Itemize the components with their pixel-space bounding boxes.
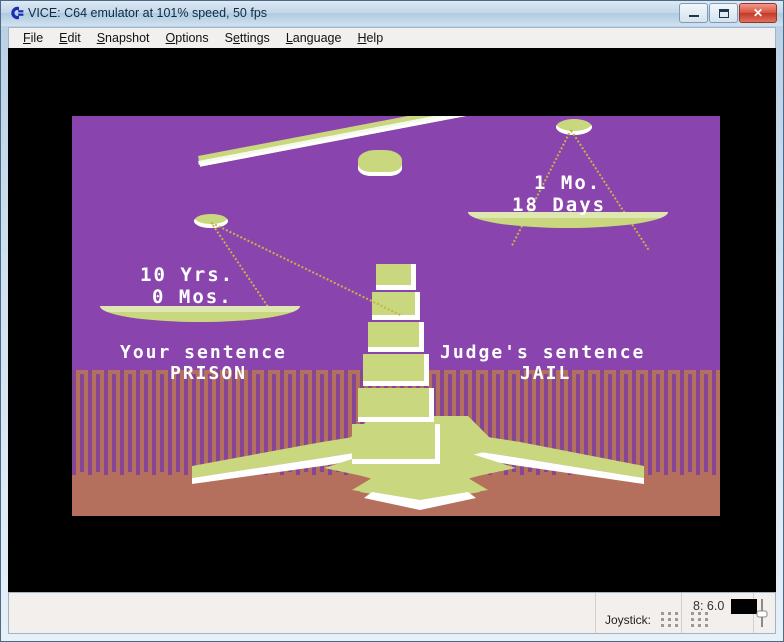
minimize-button[interactable]	[679, 3, 708, 23]
c64-screen[interactable]: 10 Yrs. 0 Mos. 1 Mo. 18 Days Your senten…	[72, 116, 720, 516]
joystick-port-2-indicator[interactable]	[691, 612, 713, 628]
close-icon: ✕	[752, 6, 764, 20]
drive-led-indicator	[731, 599, 757, 614]
joystick-label: Joystick:	[605, 613, 652, 627]
column-segment-5	[358, 388, 434, 422]
column-segment-3	[368, 322, 424, 352]
menu-item-edit[interactable]: Edit	[51, 29, 89, 47]
menu-item-file[interactable]: File	[15, 29, 51, 47]
menu-item-settings[interactable]: Settings	[217, 29, 278, 47]
left-caption-line2: PRISON	[170, 363, 248, 384]
status-divider-1	[595, 593, 596, 633]
right-caption-line1: Judge's sentence	[440, 342, 646, 363]
close-button[interactable]: ✕	[739, 3, 777, 23]
menu-item-help[interactable]: Help	[349, 29, 391, 47]
right-pan-value-line2: 18 Days	[512, 194, 607, 216]
right-caption-line2: JAIL	[520, 363, 572, 384]
left-pan-value-line1: 10 Yrs.	[140, 264, 235, 286]
joystick-port-1-indicator[interactable]	[661, 612, 683, 628]
title-bar[interactable]: VICE: C64 emulator at 101% speed, 50 fps…	[0, 0, 784, 26]
menu-bar: File Edit Snapshot Options Settings Lang…	[8, 27, 776, 48]
beam-left-tip	[194, 214, 228, 228]
window-title: VICE: C64 emulator at 101% speed, 50 fps	[28, 6, 268, 20]
menu-item-language[interactable]: Language	[278, 29, 350, 47]
emulator-canvas[interactable]: 10 Yrs. 0 Mos. 1 Mo. 18 Days Your senten…	[8, 48, 776, 592]
left-caption-line1: Your sentence	[120, 342, 287, 363]
application-window: VICE: C64 emulator at 101% speed, 50 fps…	[0, 0, 784, 642]
status-bar: Joystick: 8: 6.0	[8, 592, 776, 634]
menu-item-snapshot[interactable]: Snapshot	[89, 29, 158, 47]
column-segment-1	[376, 264, 416, 290]
maximize-button[interactable]	[709, 3, 738, 23]
column-segment-6	[352, 424, 440, 464]
drive-status-text[interactable]: 8: 6.0	[693, 599, 724, 613]
menu-item-options[interactable]: Options	[158, 29, 217, 47]
tape-counter-icon	[756, 599, 768, 627]
commodore-logo-icon	[11, 6, 24, 20]
column-segment-4	[363, 354, 429, 386]
right-pan-value-line1: 1 Mo.	[534, 172, 602, 194]
left-pan-value-line2: 0 Mos.	[152, 286, 233, 308]
